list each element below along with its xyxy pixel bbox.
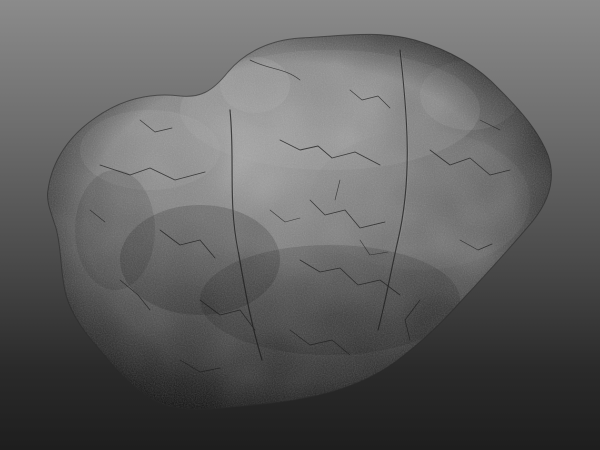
render-viewport: [0, 0, 600, 450]
rock-sculpt: [47, 33, 552, 410]
